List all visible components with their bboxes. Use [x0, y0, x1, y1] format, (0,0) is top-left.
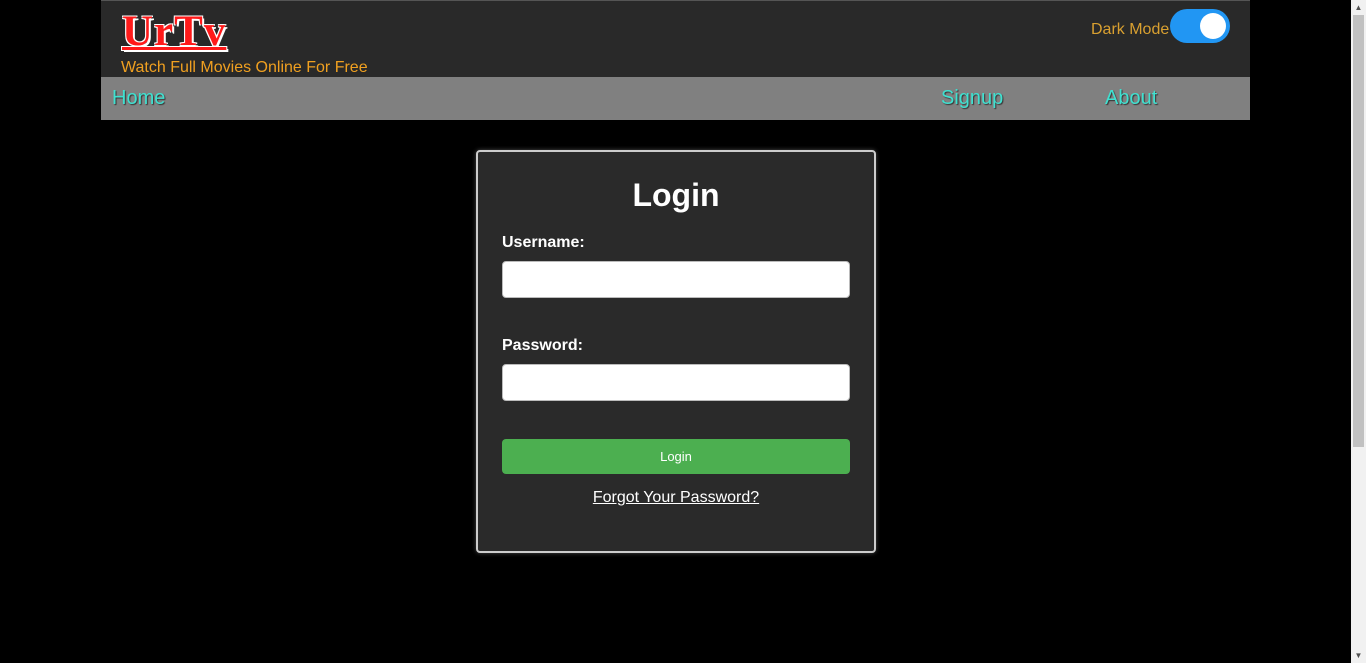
scrollbar-thumb[interactable]	[1353, 15, 1364, 447]
password-label: Password:	[502, 337, 583, 354]
dark-mode-toggle[interactable]	[1170, 9, 1230, 43]
nav-home-link[interactable]: Home	[112, 87, 165, 110]
site-header: UrTv Watch Full Movies Online For Free D…	[101, 0, 1250, 77]
nav-signup-link[interactable]: Signup	[941, 87, 1003, 110]
password-input[interactable]	[502, 364, 850, 401]
login-title: Login	[632, 177, 720, 213]
main-nav: Home Signup About	[101, 77, 1250, 120]
username-input[interactable]	[502, 261, 850, 298]
dark-mode-label: Dark Mode	[1091, 21, 1170, 38]
site-tagline: Watch Full Movies Online For Free	[121, 59, 368, 76]
nav-about-link[interactable]: About	[1105, 87, 1157, 110]
scroll-down-arrow-icon[interactable]: ▼	[1351, 648, 1366, 663]
toggle-knob	[1200, 13, 1226, 39]
site-logo[interactable]: UrTv	[122, 7, 226, 57]
page: UrTv Watch Full Movies Online For Free D…	[0, 0, 1366, 663]
login-form: Login Username: Password: Login Forgot Y…	[476, 150, 876, 553]
login-button[interactable]: Login	[502, 439, 850, 474]
vertical-scrollbar[interactable]: ▲ ▼	[1351, 0, 1366, 663]
username-label: Username:	[502, 234, 585, 251]
scroll-up-arrow-icon[interactable]: ▲	[1351, 0, 1366, 15]
forgot-password-link[interactable]: Forgot Your Password?	[478, 489, 874, 507]
